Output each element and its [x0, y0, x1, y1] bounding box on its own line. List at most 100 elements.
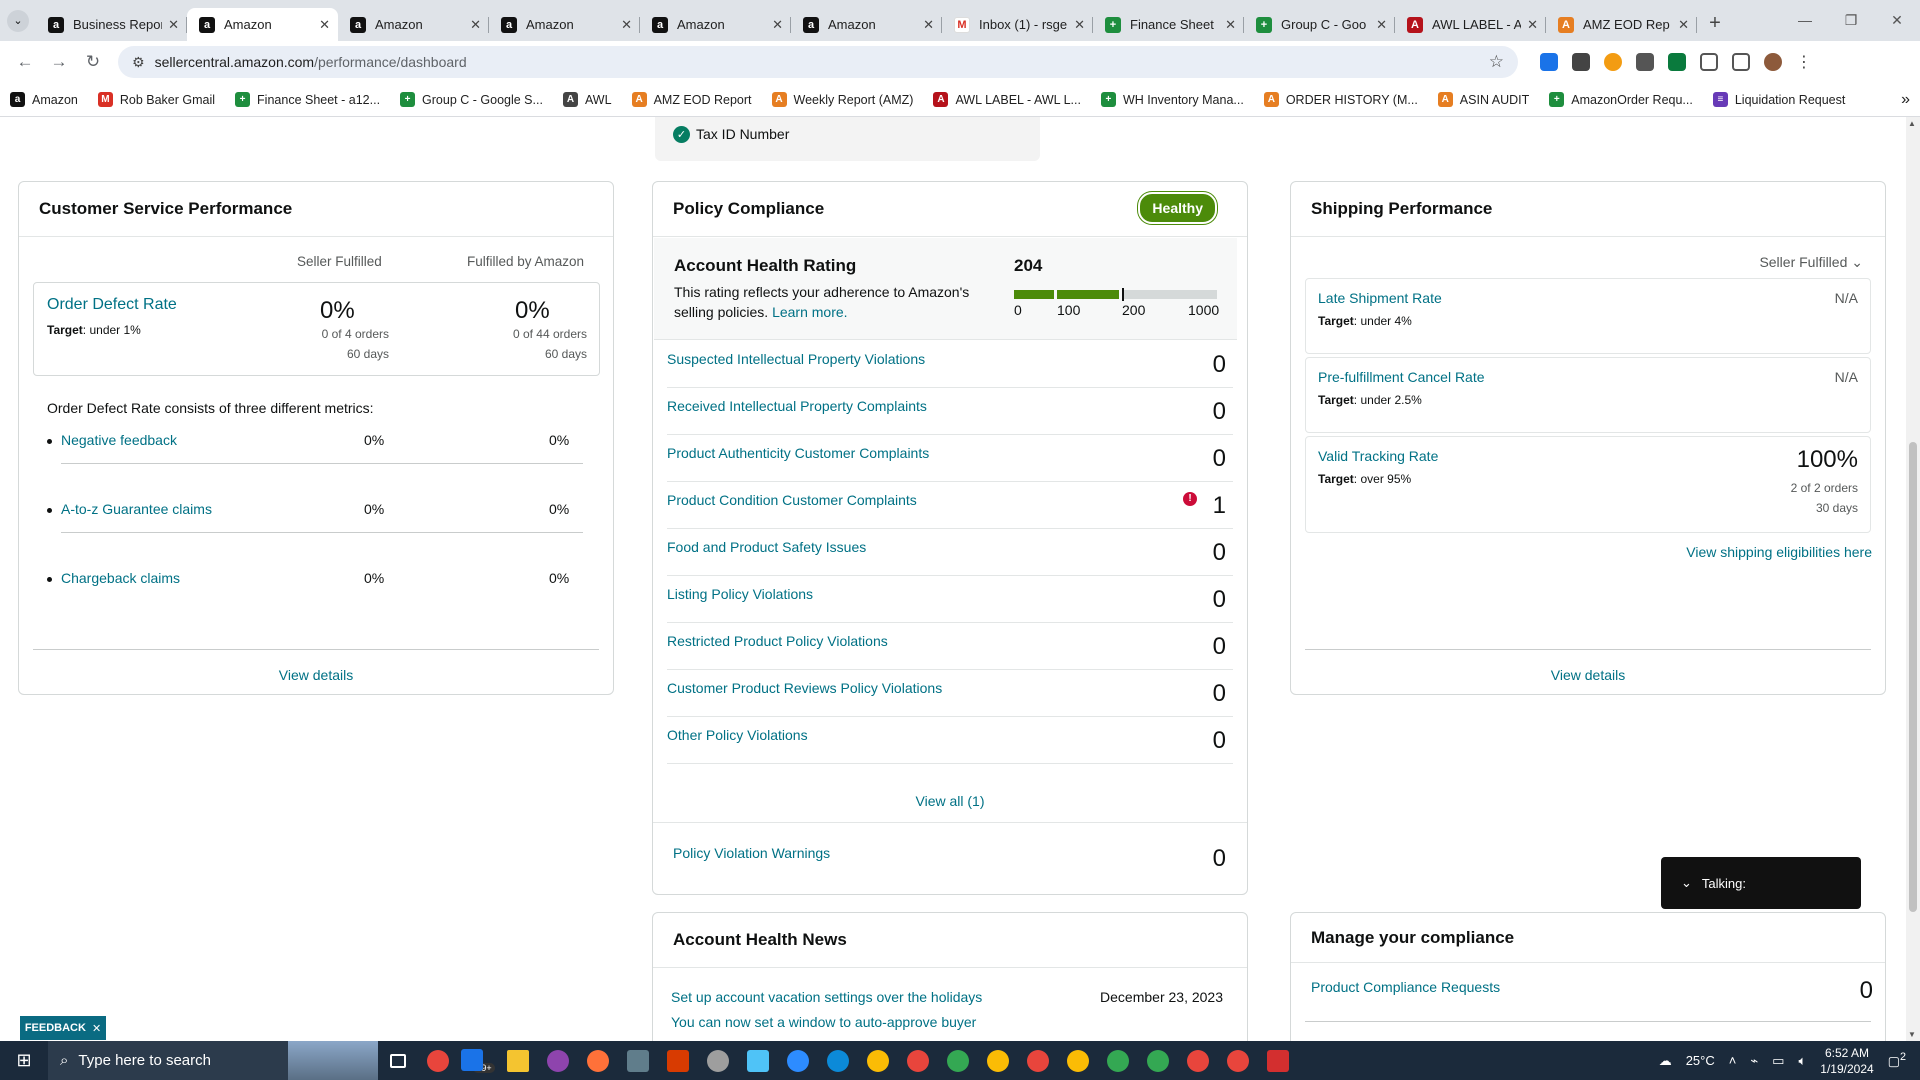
policy-row-link[interactable]: Listing Policy Violations: [667, 586, 813, 602]
browser-tab[interactable]: a Amazon ✕: [640, 8, 791, 41]
policy-row-link[interactable]: Suspected Intellectual Property Violatio…: [667, 351, 925, 367]
side-panel-icon[interactable]: [1732, 53, 1750, 71]
close-tab-icon[interactable]: ✕: [1074, 17, 1085, 33]
windows-start-icon[interactable]: ⊞: [0, 1050, 48, 1071]
chrome-icon[interactable]: [858, 1049, 898, 1072]
bookmark-item[interactable]: A ORDER HISTORY (M...: [1263, 92, 1418, 107]
bookmark-item[interactable]: A Weekly Report (AMZ): [771, 92, 913, 107]
bookmark-item[interactable]: + Finance Sheet - a12...: [235, 92, 380, 107]
browser-tab[interactable]: A AWL LABEL - A ✕: [1395, 8, 1546, 41]
browser-tab[interactable]: + Group C - Goo ✕: [1244, 8, 1395, 41]
weather-icon[interactable]: ☁: [1659, 1053, 1672, 1069]
extension-icon[interactable]: [1572, 53, 1590, 71]
mail-icon[interactable]: 99+: [458, 1048, 498, 1073]
browser-tab[interactable]: a Amazon ✕: [187, 8, 338, 41]
snip-icon[interactable]: [698, 1049, 738, 1072]
extension-icon[interactable]: [1540, 53, 1558, 71]
policy-row-link[interactable]: Received Intellectual Property Complaint…: [667, 398, 927, 414]
close-tab-icon[interactable]: ✕: [621, 17, 632, 33]
minimize-icon[interactable]: —: [1782, 12, 1828, 29]
policy-row-link[interactable]: Other Policy Violations: [667, 727, 808, 743]
policy-row-link[interactable]: Customer Product Reviews Policy Violatio…: [667, 680, 942, 696]
close-tab-icon[interactable]: ✕: [168, 17, 179, 33]
news-item-link[interactable]: You can now set a window to auto-approve…: [671, 1014, 976, 1030]
news-item-link[interactable]: Set up account vacation settings over th…: [671, 989, 982, 1005]
browser-tab[interactable]: a Amazon ✕: [338, 8, 489, 41]
edge-icon[interactable]: [818, 1049, 858, 1072]
photos-icon[interactable]: [538, 1049, 578, 1072]
late-shipment-link[interactable]: Late Shipment Rate: [1318, 290, 1442, 306]
office-icon[interactable]: [658, 1049, 698, 1072]
clock[interactable]: 6:52 AM 1/19/2024: [1820, 1045, 1873, 1077]
chrome-icon[interactable]: [1058, 1049, 1098, 1072]
menu-kebab-icon[interactable]: ⋮: [1796, 52, 1812, 72]
close-tab-icon[interactable]: ✕: [319, 17, 330, 33]
bookmark-item[interactable]: + AmazonOrder Requ...: [1549, 92, 1693, 107]
chrome-icon[interactable]: [1178, 1049, 1218, 1072]
chrome-icon[interactable]: [1218, 1049, 1258, 1072]
browser-tab[interactable]: a Amazon ✕: [791, 8, 942, 41]
bookmark-star-icon[interactable]: ☆: [1489, 52, 1504, 72]
bookmark-item[interactable]: ≡ Liquidation Request: [1712, 92, 1845, 107]
compliance-requests-link[interactable]: Product Compliance Requests: [1311, 979, 1500, 995]
reload-icon[interactable]: ↻: [76, 52, 110, 72]
address-bar[interactable]: ⚙ sellercentral.amazon.com/performance/d…: [118, 46, 1518, 78]
chrome-icon[interactable]: [1138, 1049, 1178, 1072]
policy-row-link[interactable]: Product Authenticity Customer Complaints: [667, 445, 929, 461]
bookmark-item[interactable]: A AWL: [562, 92, 612, 107]
file-explorer-icon[interactable]: [498, 1049, 538, 1072]
restore-icon[interactable]: ❐: [1828, 12, 1874, 29]
talking-indicator[interactable]: ⌄ Talking:: [1661, 857, 1861, 909]
close-tab-icon[interactable]: ✕: [923, 17, 934, 33]
scroll-down-icon[interactable]: ▼: [1908, 1030, 1916, 1039]
chrome-icon[interactable]: [1098, 1049, 1138, 1072]
chrome-icon[interactable]: [1018, 1049, 1058, 1072]
battery-icon[interactable]: ▭: [1772, 1053, 1784, 1069]
metric-link[interactable]: A-to-z Guarantee claims: [61, 501, 212, 517]
extension-icon[interactable]: [1604, 53, 1622, 71]
forward-icon[interactable]: →: [42, 52, 76, 72]
scroll-up-icon[interactable]: ▲: [1908, 119, 1916, 128]
scrollbar-thumb[interactable]: [1909, 442, 1917, 912]
valid-tracking-link[interactable]: Valid Tracking Rate: [1318, 448, 1438, 464]
extension-icon[interactable]: [1668, 53, 1686, 71]
close-tab-icon[interactable]: ✕: [1527, 17, 1538, 33]
close-window-icon[interactable]: ✕: [1874, 12, 1920, 29]
page-scrollbar[interactable]: ▲ ▼: [1906, 117, 1920, 1041]
view-all-link[interactable]: View all (1): [653, 793, 1247, 809]
weather-temp[interactable]: 25°C: [1686, 1053, 1715, 1068]
close-tab-icon[interactable]: ✕: [772, 17, 783, 33]
tray-overflow-icon[interactable]: ˄: [1729, 1053, 1737, 1068]
firefox-icon[interactable]: [578, 1049, 618, 1072]
notifications-icon[interactable]: ▢2: [1888, 1051, 1906, 1069]
learn-more-link[interactable]: Learn more.: [772, 304, 847, 320]
policy-row-link[interactable]: Restricted Product Policy Violations: [667, 633, 888, 649]
metric-link[interactable]: Chargeback claims: [61, 570, 180, 586]
profile-avatar[interactable]: [1764, 53, 1782, 71]
bookmark-item[interactable]: A AWL LABEL - AWL L...: [933, 92, 1081, 107]
chrome-icon[interactable]: [938, 1049, 978, 1072]
metric-link[interactable]: Negative feedback: [61, 432, 177, 448]
zoom-icon[interactable]: [778, 1049, 818, 1072]
fulfillment-filter-dropdown[interactable]: Seller Fulfilled ⌄: [1759, 254, 1863, 271]
chrome-icon[interactable]: [418, 1049, 458, 1072]
policy-warnings-link[interactable]: Policy Violation Warnings: [673, 845, 830, 861]
extension-icon[interactable]: [1636, 53, 1654, 71]
volume-icon[interactable]: 🔈︎: [1798, 1053, 1806, 1069]
back-icon[interactable]: ←: [8, 52, 42, 72]
bookmarks-overflow-icon[interactable]: »: [1901, 91, 1910, 109]
extensions-puzzle-icon[interactable]: [1700, 53, 1718, 71]
network-icon[interactable]: ⌁: [1750, 1053, 1758, 1069]
tab-search-button[interactable]: ⌄: [0, 0, 36, 41]
bookmark-item[interactable]: M Rob Baker Gmail: [97, 92, 215, 107]
bookmark-item[interactable]: + Group C - Google S...: [400, 92, 543, 107]
close-tab-icon[interactable]: ✕: [1225, 17, 1236, 33]
policy-row-link[interactable]: Food and Product Safety Issues: [667, 539, 866, 555]
browser-tab[interactable]: a Business Repor ✕: [36, 8, 187, 41]
policy-row-link[interactable]: Product Condition Customer Complaints: [667, 492, 917, 508]
bookmark-item[interactable]: A AMZ EOD Report: [631, 92, 752, 107]
calculator-icon[interactable]: [618, 1049, 658, 1072]
order-defect-rate-link[interactable]: Order Defect Rate: [47, 296, 177, 314]
app-r-icon[interactable]: [1258, 1049, 1298, 1072]
browser-tab[interactable]: A AMZ EOD Rep ✕: [1546, 8, 1697, 41]
